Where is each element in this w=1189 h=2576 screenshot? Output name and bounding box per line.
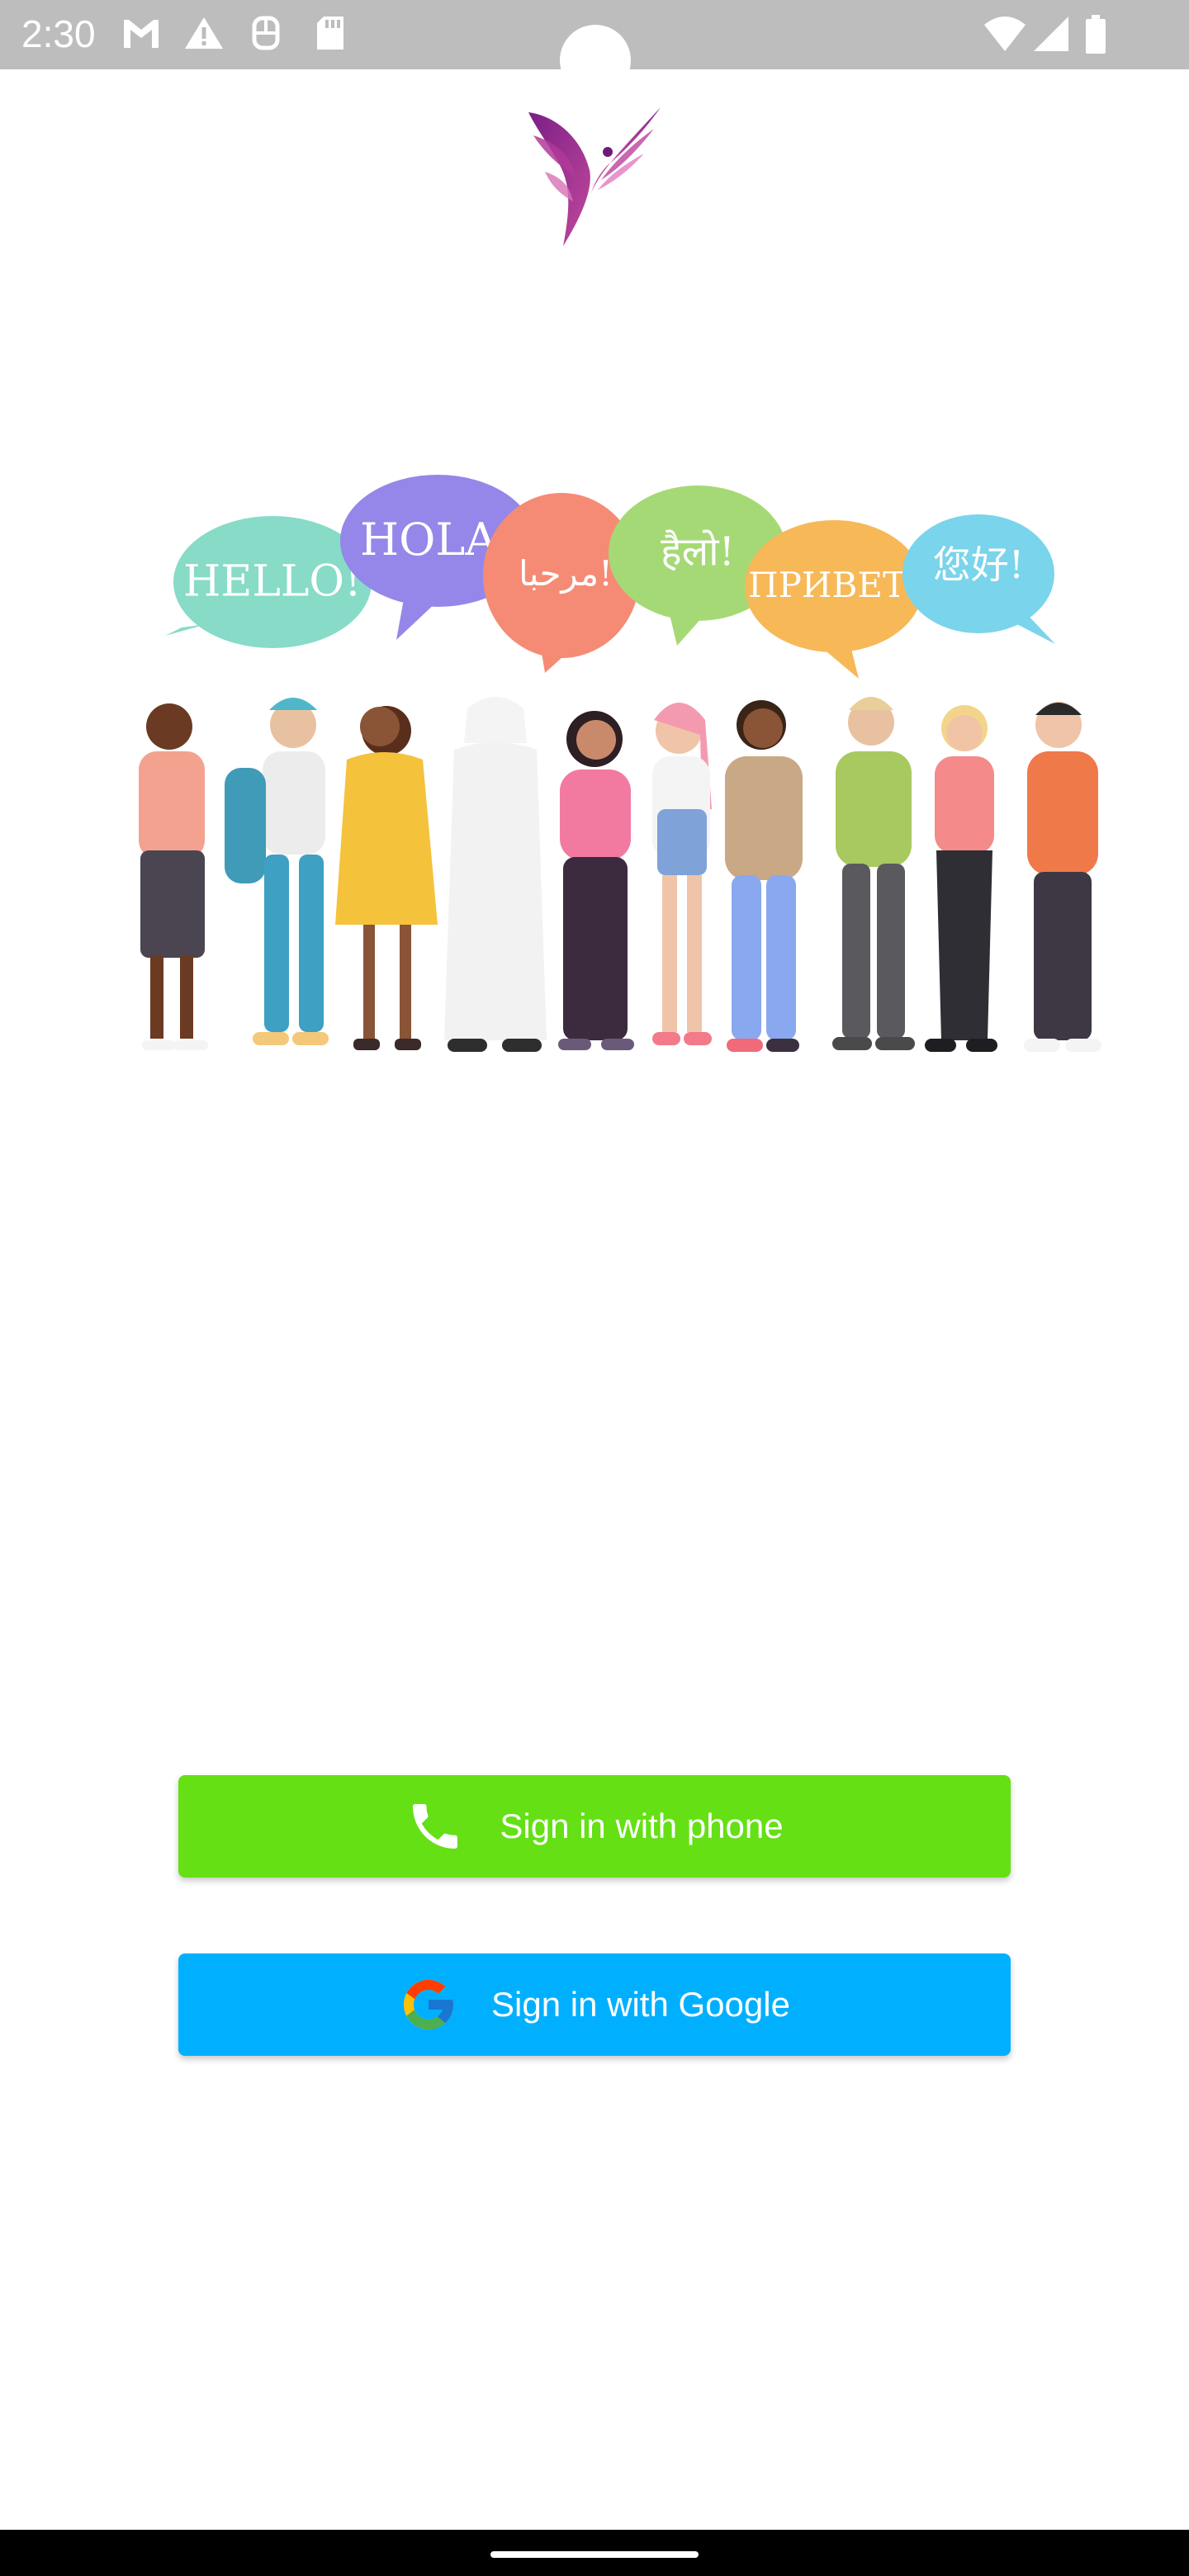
app-notification-icon xyxy=(252,16,280,50)
gmail-icon xyxy=(124,20,159,48)
sign-in-with-phone-button[interactable]: Sign in with phone xyxy=(178,1775,1011,1878)
phone-icon xyxy=(413,1804,458,1849)
battery-icon xyxy=(1086,15,1106,54)
person-10 xyxy=(1024,702,1101,1052)
person-9 xyxy=(925,705,997,1052)
bubble-hindi-text: हैलो! xyxy=(661,529,735,575)
sign-in-with-google-button[interactable]: Sign in with Google xyxy=(178,1953,1011,2056)
google-icon xyxy=(404,1980,454,2029)
person-4 xyxy=(444,697,547,1052)
person-6 xyxy=(652,703,712,1045)
home-gesture-handle[interactable] xyxy=(490,2551,699,2558)
warning-icon xyxy=(185,17,223,49)
camera-cutout xyxy=(560,25,631,96)
bubble-russian-text: ПРИВЕТ! xyxy=(748,565,920,605)
person-8 xyxy=(832,697,915,1050)
bubble-chinese-text: 您好! xyxy=(933,542,1025,587)
person-7 xyxy=(725,700,803,1052)
sign-in-with-google-label: Sign in with Google xyxy=(491,1985,790,2024)
hero-illustration: HELLO! HOLA! مرحبا! हैलो! ПРИВЕТ! 您好! xyxy=(139,475,1101,1052)
speech-bubbles: HELLO! HOLA! مرحبا! हैलो! ПРИВЕТ! 您好! xyxy=(165,475,1055,679)
person-2 xyxy=(225,698,329,1045)
wifi-icon xyxy=(984,17,1026,51)
person-5 xyxy=(558,711,634,1050)
people-group xyxy=(139,697,1101,1052)
sign-in-with-phone-label: Sign in with phone xyxy=(500,1807,784,1845)
person-3 xyxy=(335,706,438,1050)
bubble-arabic-text: مرحبا! xyxy=(519,553,613,594)
bubble-hello-text: HELLO! xyxy=(183,557,362,607)
sd-card-icon xyxy=(317,17,343,50)
person-1 xyxy=(139,703,208,1050)
bird-logo-icon xyxy=(528,107,661,246)
signal-icon xyxy=(1034,17,1068,51)
navigation-bar xyxy=(0,2530,1189,2576)
status-time: 2:30 xyxy=(21,12,96,55)
